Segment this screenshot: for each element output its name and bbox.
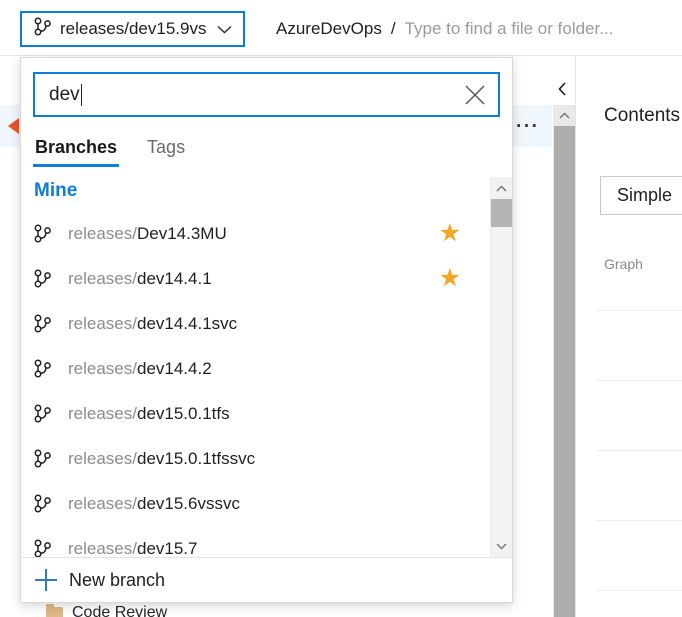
branch-prefix: releases/ bbox=[68, 313, 137, 333]
branch-picker-dropdown: dev Branches Tags Mine releases/Dev14.3M… bbox=[20, 57, 513, 603]
branch-suffix: dev15.0.1tfssvc bbox=[136, 448, 256, 468]
new-branch-button[interactable]: New branch bbox=[21, 557, 512, 602]
search-input-value: dev bbox=[49, 83, 80, 105]
branch-suffix: dev14.4.1svc bbox=[136, 313, 238, 333]
branch-name: releases/dev14.4.1 bbox=[68, 269, 439, 289]
branch-name: releases/dev15.0.1tfssvc bbox=[68, 449, 478, 469]
breadcrumb-separator: / bbox=[390, 19, 396, 38]
panel-rule bbox=[596, 380, 682, 381]
scroll-thumb[interactable] bbox=[491, 199, 512, 227]
branch-prefix: releases/ bbox=[68, 403, 137, 423]
group-title-mine: Mine bbox=[34, 180, 78, 201]
app-root: ··· Contents Simple Graph Code Review re… bbox=[0, 0, 682, 617]
branch-name: releases/dev14.4.1svc bbox=[68, 314, 478, 334]
branch-suffix: dev14.4.2 bbox=[136, 358, 212, 378]
panel-rule bbox=[596, 590, 682, 591]
scroll-up-button[interactable] bbox=[491, 177, 512, 199]
branch-suffix: dev14.4.1 bbox=[136, 268, 212, 288]
branch-name: releases/dev14.4.2 bbox=[68, 359, 478, 379]
overflow-menu-button[interactable]: ··· bbox=[516, 117, 539, 136]
branch-list-item[interactable]: releases/Dev14.3MU ★ bbox=[21, 211, 490, 256]
panel-rule bbox=[596, 520, 682, 521]
git-branch-icon bbox=[34, 494, 62, 513]
branch-prefix: releases/ bbox=[68, 358, 137, 378]
scroll-down-button[interactable] bbox=[491, 535, 512, 557]
branch-selector-label: releases/dev15.9vs bbox=[60, 19, 207, 38]
dropdown-tabs: Branches Tags bbox=[21, 131, 512, 167]
branch-selector-button[interactable]: releases/dev15.9vs bbox=[20, 11, 246, 47]
chevron-down-icon bbox=[215, 20, 233, 38]
git-branch-icon bbox=[34, 314, 62, 333]
plus-icon bbox=[35, 569, 57, 591]
branch-list-item[interactable]: releases/dev14.4.1svc bbox=[21, 301, 490, 346]
branch-list-item[interactable]: releases/dev15.0.1tfssvc bbox=[21, 436, 490, 481]
branch-prefix: releases/ bbox=[68, 268, 137, 288]
git-branch-icon bbox=[34, 539, 62, 557]
toolbar-divider bbox=[0, 55, 682, 56]
top-toolbar: releases/dev15.9vs AzureDevOps / Type to… bbox=[0, 0, 682, 55]
branch-name: releases/dev15.6vssvc bbox=[68, 494, 478, 514]
tab-branches[interactable]: Branches bbox=[33, 131, 120, 167]
close-icon[interactable] bbox=[458, 78, 492, 112]
search-input[interactable]: dev bbox=[49, 83, 458, 106]
red-arrow-icon bbox=[8, 118, 19, 134]
page-scroll-up-button[interactable] bbox=[554, 105, 575, 126]
branch-list-item[interactable]: releases/dev14.4.2 bbox=[21, 346, 490, 391]
branch-suffix: dev15.6vssvc bbox=[136, 493, 240, 513]
branch-list-scrollbar[interactable] bbox=[490, 177, 512, 557]
branch-list-item[interactable]: releases/dev15.7 bbox=[21, 526, 490, 557]
panel-divider bbox=[575, 55, 576, 617]
branch-prefix: releases/ bbox=[68, 223, 137, 243]
chevron-left-icon[interactable] bbox=[551, 78, 573, 100]
panel-rule bbox=[596, 310, 682, 311]
branch-suffix: dev15.7 bbox=[136, 538, 198, 558]
text-caret bbox=[80, 83, 83, 106]
tab-simple[interactable]: Simple bbox=[600, 176, 682, 215]
git-branch-icon bbox=[34, 359, 62, 378]
branch-name: releases/dev15.0.1tfs bbox=[68, 404, 478, 424]
file-search-input[interactable]: Type to find a file or folder... bbox=[405, 19, 614, 39]
tab-tags[interactable]: Tags bbox=[145, 131, 187, 167]
git-branch-icon bbox=[34, 269, 62, 288]
branch-prefix: releases/ bbox=[68, 538, 137, 558]
branch-search-field[interactable]: dev bbox=[33, 72, 500, 117]
branch-suffix: dev15.0.1tfs bbox=[136, 403, 230, 423]
git-branch-icon bbox=[34, 449, 62, 468]
favorite-star-icon[interactable]: ★ bbox=[439, 266, 461, 291]
list-item[interactable]: Code Review bbox=[46, 603, 168, 617]
branch-name: releases/Dev14.3MU bbox=[68, 224, 439, 244]
contents-panel-title: Contents bbox=[604, 105, 681, 126]
branch-list-region: Mine releases/Dev14.3MU ★ releases/dev14.4… bbox=[21, 177, 512, 557]
git-branch-icon bbox=[34, 404, 62, 423]
branch-suffix: Dev14.3MU bbox=[136, 223, 227, 243]
git-branch-icon bbox=[34, 17, 51, 41]
breadcrumb-repo[interactable]: AzureDevOps bbox=[276, 19, 382, 39]
new-branch-label: New branch bbox=[69, 569, 166, 590]
branch-list-item[interactable]: releases/dev15.6vssvc bbox=[21, 481, 490, 526]
branch-list: Mine releases/Dev14.3MU ★ releases/dev14.4… bbox=[21, 177, 490, 557]
page-scrollbar[interactable] bbox=[553, 105, 575, 617]
graph-section-label: Graph bbox=[604, 256, 643, 272]
breadcrumb: AzureDevOps / Type to find a file or fol… bbox=[276, 19, 613, 39]
branch-name: releases/dev15.7 bbox=[68, 539, 478, 558]
branch-list-item[interactable]: releases/dev15.0.1tfs bbox=[21, 391, 490, 436]
folder-label: Code Review bbox=[72, 604, 168, 617]
branch-prefix: releases/ bbox=[68, 493, 137, 513]
panel-rule bbox=[596, 450, 682, 451]
folder-icon bbox=[46, 603, 63, 617]
branch-list-item[interactable]: releases/dev14.4.1 ★ bbox=[21, 256, 490, 301]
branch-prefix: releases/ bbox=[68, 448, 137, 468]
page-scroll-thumb[interactable] bbox=[554, 126, 575, 617]
git-branch-icon bbox=[34, 224, 62, 243]
favorite-star-icon[interactable]: ★ bbox=[439, 221, 461, 246]
